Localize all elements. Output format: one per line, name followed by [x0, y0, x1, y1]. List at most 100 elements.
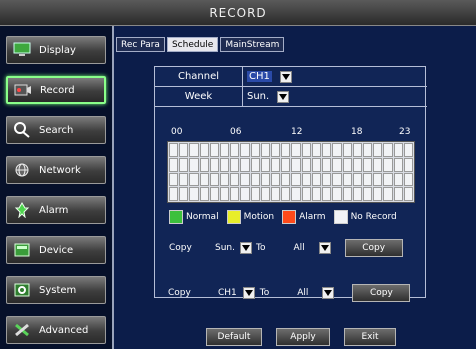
schedule-cell[interactable] — [260, 187, 271, 201]
schedule-cell[interactable] — [271, 172, 281, 187]
schedule-cell[interactable] — [260, 157, 271, 172]
schedule-cell[interactable] — [220, 157, 230, 172]
schedule-cell[interactable] — [291, 143, 301, 157]
copy-button[interactable]: Copy — [344, 239, 403, 257]
schedule-cell[interactable] — [271, 187, 281, 201]
schedule-cell[interactable] — [403, 172, 413, 187]
schedule-cell[interactable] — [301, 172, 311, 187]
schedule-cell[interactable] — [362, 172, 373, 187]
schedule-cell[interactable] — [199, 157, 209, 172]
sidebar-item-system[interactable]: System — [6, 276, 106, 304]
schedule-cell[interactable] — [291, 172, 301, 187]
schedule-cell[interactable] — [393, 157, 403, 172]
schedule-cell[interactable] — [189, 187, 199, 201]
schedule-cell[interactable] — [362, 157, 373, 172]
schedule-cell[interactable] — [240, 172, 250, 187]
sidebar-item-alarm[interactable]: Alarm — [6, 196, 106, 224]
schedule-cell[interactable] — [311, 172, 322, 187]
schedule-cell[interactable] — [342, 172, 352, 187]
schedule-cell[interactable] — [352, 143, 362, 157]
sidebar-item-network[interactable]: Network — [6, 156, 106, 184]
schedule-cell[interactable] — [169, 187, 179, 201]
schedule-cell[interactable] — [220, 187, 230, 201]
schedule-cell[interactable] — [373, 187, 383, 201]
schedule-cell[interactable] — [179, 157, 189, 172]
chevron-down-icon[interactable] — [318, 242, 331, 254]
schedule-cell[interactable] — [189, 143, 199, 157]
schedule-cell[interactable] — [281, 143, 291, 157]
sidebar-item-advanced[interactable]: Advanced — [6, 316, 106, 344]
schedule-cell[interactable] — [179, 172, 189, 187]
schedule-cell[interactable] — [271, 143, 281, 157]
schedule-cell[interactable] — [403, 187, 413, 201]
schedule-cell[interactable] — [322, 187, 332, 201]
schedule-cell[interactable] — [179, 143, 189, 157]
copy-channel-button[interactable]: Copy — [352, 284, 411, 302]
schedule-cell[interactable] — [301, 157, 311, 172]
schedule-cell[interactable] — [169, 143, 179, 157]
default-button[interactable]: Default — [206, 328, 262, 346]
schedule-cell[interactable] — [199, 143, 209, 157]
schedule-cell[interactable] — [199, 187, 209, 201]
chevron-down-icon[interactable] — [239, 242, 252, 254]
schedule-cell[interactable] — [209, 157, 220, 172]
schedule-cell[interactable] — [240, 187, 250, 201]
schedule-cell[interactable] — [383, 172, 393, 187]
schedule-cell[interactable] — [332, 143, 342, 157]
schedule-cell[interactable] — [311, 157, 322, 172]
tab-rec-para[interactable]: Rec Para — [116, 37, 165, 52]
chevron-down-icon[interactable] — [279, 70, 292, 83]
legend-normal[interactable]: Normal — [169, 210, 219, 224]
exit-button[interactable]: Exit — [344, 328, 396, 346]
schedule-cell[interactable] — [311, 187, 322, 201]
legend-no-record[interactable]: No Record — [333, 210, 397, 224]
schedule-cell[interactable] — [403, 157, 413, 172]
schedule-cell[interactable] — [240, 157, 250, 172]
schedule-cell[interactable] — [260, 143, 271, 157]
schedule-cell[interactable] — [301, 143, 311, 157]
sidebar-item-device[interactable]: Device — [6, 236, 106, 264]
schedule-cell[interactable] — [383, 143, 393, 157]
schedule-cell[interactable] — [199, 172, 209, 187]
schedule-cell[interactable] — [209, 143, 220, 157]
schedule-cell[interactable] — [332, 187, 342, 201]
schedule-cell[interactable] — [322, 143, 332, 157]
legend-alarm[interactable]: Alarm — [282, 210, 326, 224]
schedule-cell[interactable] — [220, 143, 230, 157]
schedule-cell[interactable] — [209, 172, 220, 187]
schedule-cell[interactable] — [373, 172, 383, 187]
schedule-cell[interactable] — [332, 157, 342, 172]
schedule-cell[interactable] — [291, 157, 301, 172]
schedule-cell[interactable] — [322, 157, 332, 172]
schedule-cell[interactable] — [189, 157, 199, 172]
schedule-cell[interactable] — [281, 172, 291, 187]
tab-schedule[interactable]: Schedule — [166, 37, 219, 52]
schedule-cell[interactable] — [281, 187, 291, 201]
channel-select[interactable]: CH1 — [243, 70, 292, 83]
schedule-cell[interactable] — [240, 143, 250, 157]
chevron-down-icon[interactable] — [322, 287, 335, 299]
schedule-cell[interactable] — [352, 157, 362, 172]
sidebar-item-record[interactable]: Record — [6, 76, 106, 104]
schedule-cell[interactable] — [383, 187, 393, 201]
schedule-cell[interactable] — [342, 157, 352, 172]
legend-motion[interactable]: Motion — [226, 210, 274, 224]
chevron-down-icon[interactable] — [242, 287, 255, 299]
schedule-cell[interactable] — [250, 157, 260, 172]
schedule-cell[interactable] — [373, 143, 383, 157]
schedule-cell[interactable] — [393, 172, 403, 187]
sidebar-item-display[interactable]: Display — [6, 36, 106, 64]
chevron-down-icon[interactable] — [277, 90, 290, 103]
schedule-cell[interactable] — [362, 187, 373, 201]
schedule-cell[interactable] — [169, 172, 179, 187]
schedule-cell[interactable] — [209, 187, 220, 201]
schedule-cell[interactable] — [230, 143, 240, 157]
schedule-cell[interactable] — [189, 172, 199, 187]
schedule-cell[interactable] — [250, 187, 260, 201]
tab-mainstream[interactable]: MainStream — [220, 37, 285, 52]
schedule-cell[interactable] — [352, 187, 362, 201]
schedule-cell[interactable] — [291, 187, 301, 201]
schedule-cell[interactable] — [260, 172, 271, 187]
schedule-cell[interactable] — [352, 172, 362, 187]
schedule-cell[interactable] — [230, 157, 240, 172]
